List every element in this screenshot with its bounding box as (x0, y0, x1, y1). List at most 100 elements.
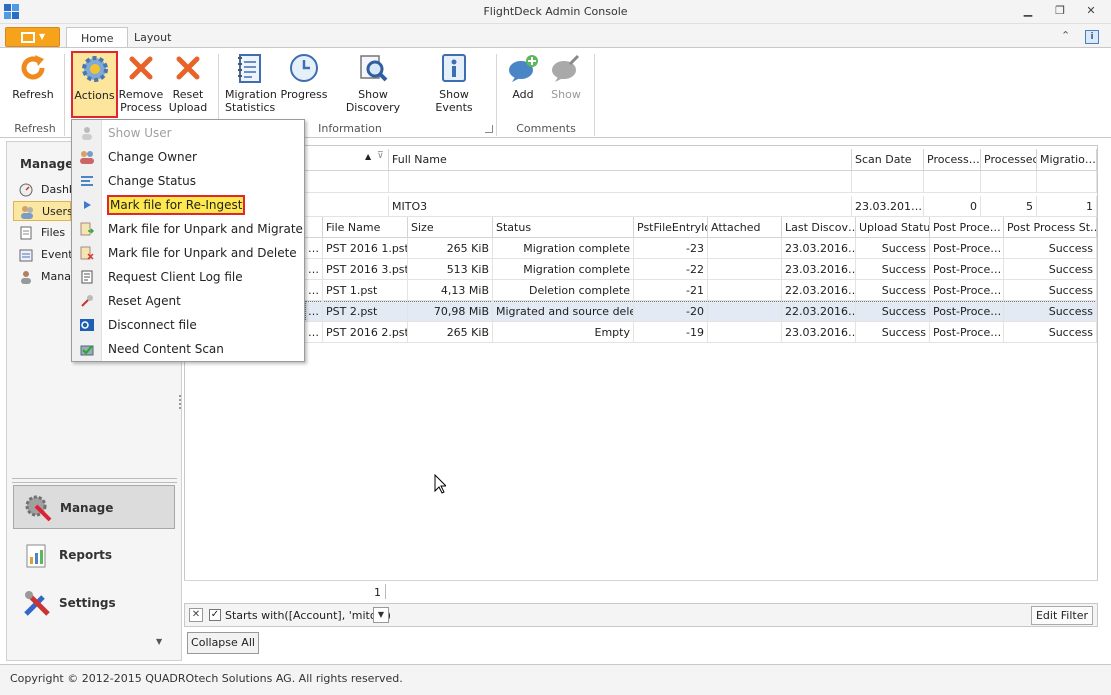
nav-group-settings[interactable]: Settings (13, 581, 175, 625)
show-discovery-button[interactable]: Show Discovery (333, 52, 413, 114)
nav-item-users[interactable]: Users (13, 201, 73, 221)
clear-filter-button[interactable]: ✕ (189, 608, 203, 622)
cell-size: 4,13 MiB (408, 280, 493, 301)
outlook-icon (80, 318, 94, 332)
footer-separator (385, 584, 386, 599)
detail-header-file-name[interactable]: File Name (323, 217, 408, 238)
detail-header-status[interactable]: Status (493, 217, 634, 238)
cell-file: PST 2.pst (323, 301, 408, 322)
column-header-scan-date[interactable]: Scan Date (852, 149, 924, 171)
users-grid: ▲ ⊽ Full Name Scan Date Process… Process… (184, 145, 1098, 601)
copyright-text: Copyright © 2012-2015 QUADROtech Solutio… (10, 672, 403, 685)
progress-button[interactable]: Progress (280, 52, 328, 101)
info-icon (438, 52, 470, 84)
close-button[interactable]: ✕ (1083, 4, 1099, 18)
menu-item-unpark-migrate[interactable]: Mark file for Unpark and Migrate (72, 217, 304, 241)
auto-filter-cell[interactable] (852, 171, 924, 193)
filter-expression[interactable]: Starts with([Account], 'mito3') (225, 609, 391, 622)
restore-button[interactable]: ❐ (1052, 4, 1068, 18)
show-comment-icon (550, 52, 582, 84)
filter-mru-dropdown[interactable]: ▼ (373, 607, 389, 623)
auto-filter-cell[interactable] (389, 171, 852, 193)
auto-filter-cell[interactable] (1037, 171, 1097, 193)
menu-item-disconnect-file[interactable]: Disconnect file (72, 313, 304, 337)
nav-divider[interactable] (12, 478, 177, 483)
menu-item-need-content-scan[interactable]: Need Content Scan (72, 337, 304, 361)
menu-item-unpark-delete[interactable]: Mark file for Unpark and Delete (72, 241, 304, 265)
auto-filter-cell[interactable] (924, 171, 981, 193)
add-comment-button[interactable]: Add (503, 52, 543, 101)
menu-item-request-log[interactable]: Request Client Log file (72, 265, 304, 289)
detail-header-upload-status[interactable]: Upload Status (856, 217, 930, 238)
settings-icon (21, 587, 53, 619)
menu-item-show-user[interactable]: Show User (72, 121, 304, 145)
cell-lead: … (305, 259, 323, 280)
remove-process-button[interactable]: Remove Process (118, 52, 164, 114)
menu-item-label: Mark file for Re-Ingest (107, 195, 246, 215)
edit-filter-button[interactable]: Edit Filter (1030, 606, 1093, 625)
information-dialog-launcher-icon[interactable] (485, 125, 493, 133)
footer-count: 1 (374, 586, 381, 599)
files-icon (19, 226, 33, 240)
auto-filter-cell[interactable] (981, 171, 1037, 193)
cell-attached (708, 322, 782, 343)
column-header-account[interactable]: ▲ ⊽ (305, 149, 389, 171)
chevron-down-icon: ▼ (39, 32, 46, 41)
nav-more-chevron-icon[interactable]: ▼ (156, 637, 162, 646)
cell-poststatus: Success (1004, 280, 1097, 301)
content-scan-icon (80, 342, 94, 356)
change-owner-icon (80, 150, 94, 164)
column-header-processed[interactable]: Processed (981, 149, 1037, 171)
column-header-process[interactable]: Process… (924, 149, 981, 171)
menu-item-change-status[interactable]: Change Status (72, 169, 304, 193)
collapse-ribbon-icon[interactable]: ⌃ (1061, 29, 1070, 42)
grid-footer: 1 (184, 580, 1098, 602)
tab-layout[interactable]: Layout (120, 27, 185, 48)
refresh-icon (17, 52, 49, 84)
menu-item-change-owner[interactable]: Change Owner (72, 145, 304, 169)
detail-header-size[interactable]: Size (408, 217, 493, 238)
tools-icon (22, 492, 54, 524)
auto-filter-cell[interactable] (305, 171, 389, 193)
nav-group-manage-label: Manage (60, 501, 114, 515)
help-icon[interactable]: i (1085, 30, 1099, 44)
collapse-all-button[interactable]: Collapse All (187, 632, 259, 654)
cell-poststatus: Success (1004, 301, 1097, 322)
actions-button[interactable]: Actions (71, 51, 118, 118)
menu-item-mark-re-ingest[interactable]: Mark file for Re-Ingest (72, 193, 304, 217)
group-separator (64, 54, 65, 136)
unpark-migrate-icon (80, 222, 95, 236)
cell-id: -22 (634, 259, 708, 280)
cell-upload: Success (856, 259, 930, 280)
column-header-full-name[interactable]: Full Name (389, 149, 852, 171)
detail-header-post-process-status[interactable]: Post Process St… (1004, 217, 1097, 238)
cell-file: PST 1.pst (323, 280, 408, 301)
detail-header-attached[interactable]: Attached (708, 217, 782, 238)
column-header-migration[interactable]: Migratio… (1037, 149, 1097, 171)
menu-item-reset-agent[interactable]: Reset Agent (72, 289, 304, 313)
group-separator (496, 54, 497, 136)
app-menu-button[interactable]: ▼ (5, 27, 60, 47)
cell-last: 22.03.2016… (782, 301, 856, 322)
refresh-button[interactable]: Refresh (10, 52, 56, 101)
gear-icon (79, 53, 111, 85)
reset-upload-button[interactable]: Reset Upload (166, 52, 210, 114)
migration-statistics-button[interactable]: Migration Statistics (225, 52, 277, 114)
show-comment-button[interactable]: Show (546, 52, 586, 101)
minimize-button[interactable]: ▁ (1020, 4, 1036, 18)
show-discovery-label: Show Discovery (345, 88, 401, 114)
migration-statistics-label-2: Statistics (225, 101, 276, 114)
filter-icon[interactable]: ⊽ (377, 151, 384, 161)
change-status-icon (80, 174, 94, 188)
cell-status: Migration complete (493, 259, 634, 280)
detail-header-post-process[interactable]: Post Proce… (930, 217, 1004, 238)
detail-header-pst-file-entry-id[interactable]: PstFileEntryId (634, 217, 708, 238)
detail-header-last-discovered[interactable]: Last Discov… (782, 217, 856, 238)
nav-group-manage[interactable]: Manage (13, 485, 175, 529)
filter-enabled-checkbox[interactable]: ✓ (209, 609, 221, 621)
splitter-handle[interactable] (179, 395, 181, 409)
cell-last: 23.03.2016… (782, 259, 856, 280)
show-events-button[interactable]: Show Events (420, 52, 488, 114)
actions-dropdown-menu: Show User Change Owner Change Status Mar… (71, 119, 305, 362)
nav-group-reports[interactable]: Reports (13, 533, 175, 577)
